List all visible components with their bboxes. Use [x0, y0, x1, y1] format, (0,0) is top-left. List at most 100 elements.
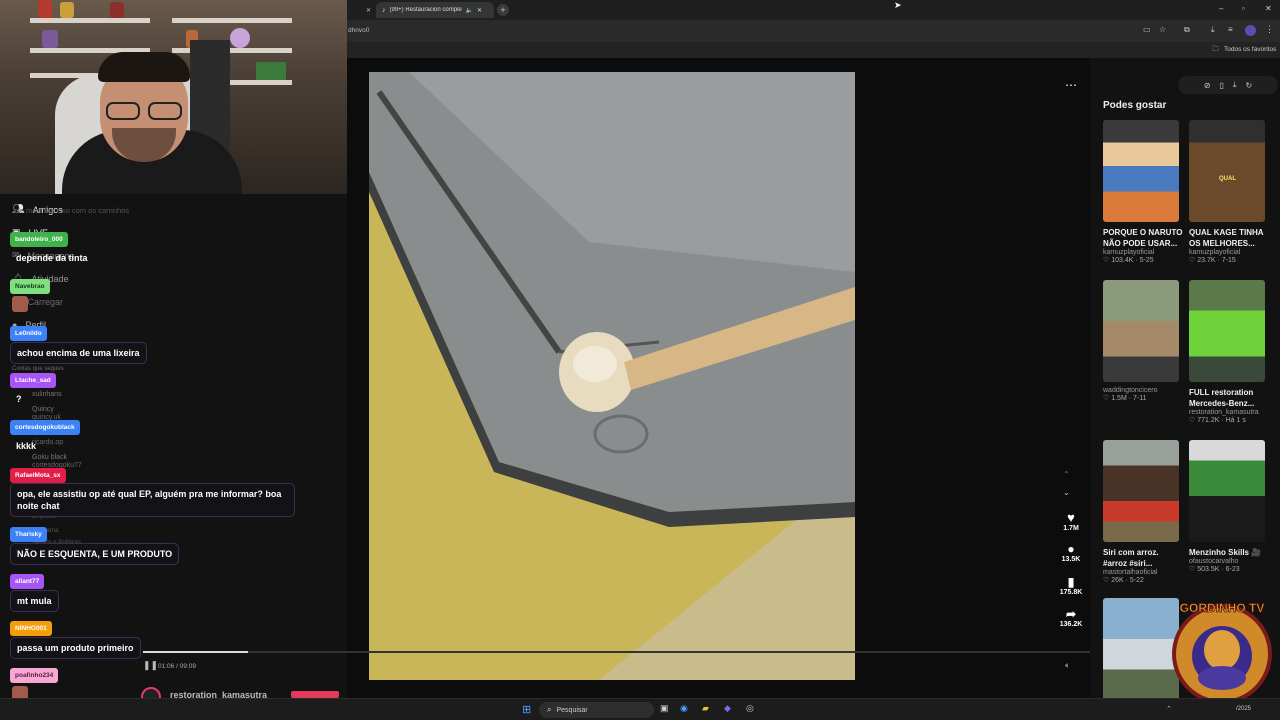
rail-card[interactable]: Menzinho Skills 🎥 ofaustocarvalho ♡ 503.… [1189, 440, 1269, 573]
save-count: 175.8K [1059, 589, 1083, 596]
rail-author[interactable]: restoration_kamasutra [1189, 409, 1269, 416]
tab-close-icon[interactable]: ✕ [477, 7, 482, 14]
rail-title[interactable]: Menzinho Skills 🎥 [1189, 547, 1269, 558]
rail-card[interactable]: QUAL QUAL KAGE TINHA OS MELHORES... kamu… [1189, 120, 1269, 264]
chat-username: cortesdogokublack [10, 420, 80, 435]
logo-text: GORDINHO TV [1180, 601, 1265, 615]
chat-message: passa um produto primeiro [10, 637, 141, 659]
compass-icon[interactable]: ⊘ [1204, 81, 1211, 90]
phone-icon[interactable]: ▯ [1220, 81, 1224, 90]
rail-author[interactable]: kamuzplayoficial [1103, 249, 1183, 256]
speaker-icon[interactable]: 🔈 [466, 7, 473, 14]
chat-username: Ltache_sad [10, 373, 56, 388]
chevron-down-icon[interactable]: ⌄ [1063, 488, 1070, 497]
profile-avatar[interactable] [1245, 25, 1256, 36]
minimize-button[interactable]: – [1219, 4, 1223, 13]
rail-author[interactable]: kamuzplayoficial [1189, 249, 1269, 256]
share-count: 136.2K [1059, 621, 1083, 628]
rail-thumbnail[interactable] [1103, 120, 1179, 222]
tab-active[interactable]: ♪ (99+) Restauración complet 🔈 ✕ [376, 2, 494, 18]
share-button[interactable]: ➦ 136.2K [1056, 607, 1086, 628]
rail-thumbnail[interactable] [1189, 280, 1265, 382]
rail-stats: ♡ 771.2K · Há 1 s [1189, 417, 1246, 424]
tab-title: (99+) Restauración complet [389, 7, 462, 13]
chat-message: kkkk [16, 441, 37, 451]
rail-stats: ♡ 503.5K · 6-23 [1189, 566, 1240, 573]
rail-card[interactable]: FULL restoration Mercedes-Benz... restor… [1189, 280, 1269, 424]
rail-thumbnail[interactable] [1103, 280, 1179, 382]
chrome-icon[interactable]: ◉ [680, 703, 688, 714]
chat-message: opa, ele assistiu op até qual EP, alguém… [10, 483, 295, 517]
rail-thumbnail[interactable]: QUAL [1189, 120, 1265, 222]
webcam-feed [0, 0, 347, 194]
rail-stats: ♡ 1.5M · 7-11 [1103, 395, 1147, 402]
download-icon[interactable]: ⤓ [1233, 80, 1237, 90]
file-explorer-icon[interactable]: ▰ [702, 703, 709, 714]
star-icon[interactable]: ☆ [1159, 25, 1166, 34]
chat-message: depende da tinta [16, 253, 88, 263]
rail-card[interactable]: Siri com arroz. #arroz #siri... mastorta… [1103, 440, 1183, 584]
chat-username: allant77 [10, 574, 45, 589]
refresh-icon[interactable]: ↻ [1245, 81, 1252, 90]
rail-title[interactable]: QUAL KAGE TINHA OS MELHORES... [1189, 227, 1269, 249]
new-tab-button[interactable]: + [497, 4, 509, 16]
discord-icon[interactable]: ◆ [724, 703, 731, 714]
following-account[interactable]: xulinhans [32, 391, 62, 398]
comment-button[interactable]: ● 13.5K [1056, 542, 1086, 563]
rail-thumbnail[interactable] [1189, 440, 1265, 542]
chat-username: poafinho234 [10, 668, 59, 683]
extensions-icon[interactable]: ⧉ [1184, 25, 1190, 35]
rail-thumbnail[interactable] [1103, 440, 1179, 542]
rail-card[interactable]: PORQUE O NARUTO NÃO PODE USAR... kamuzpl… [1103, 120, 1183, 264]
following-heading: Contas que segues [12, 366, 64, 372]
gordinho-tv-logo: GORDINHO TV [1166, 598, 1278, 710]
bookmarks-all-label[interactable]: Todos os favoritos [1224, 46, 1276, 53]
task-view-icon[interactable]: ▣ [660, 703, 669, 714]
following-account[interactable]: Quincy [32, 406, 54, 413]
tray-chevron-icon[interactable]: ⌃ [1166, 705, 1172, 713]
rail-heading: Podes gostar [1103, 100, 1167, 111]
rail-author[interactable]: mastortalhaoficial [1103, 569, 1183, 576]
address-url[interactable]: dhnvo0 [348, 27, 369, 34]
rail-toolbar: ⊘ ▯ ⤓ ↻ [1178, 76, 1278, 94]
pause-icon[interactable]: ❚❚ [143, 660, 158, 671]
download-icon[interactable]: ⤓ [1211, 25, 1215, 35]
chat-message: mt mula [10, 590, 59, 612]
heart-icon: ♥ [1067, 510, 1075, 525]
kebab-menu-icon[interactable]: ⋮ [1265, 24, 1274, 35]
follow-button[interactable] [291, 691, 339, 698]
rail-title[interactable]: PORQUE O NARUTO NÃO PODE USAR... [1103, 227, 1183, 249]
rail-title[interactable]: FULL restoration Mercedes-Benz... [1189, 387, 1269, 409]
maximize-button[interactable]: ▫ [1242, 4, 1245, 13]
comment-icon: ● [1067, 542, 1075, 556]
video-content [369, 72, 855, 680]
obs-icon[interactable]: ◎ [746, 703, 754, 714]
menu-lines-icon[interactable]: ≡ [1228, 25, 1233, 34]
chat-username: Le0nildo [10, 326, 47, 341]
video-progress-track[interactable] [143, 651, 1090, 653]
bookmark-icon: ▮ [1067, 575, 1075, 589]
chevron-up-icon[interactable]: ⌃ [1063, 470, 1070, 479]
video-time: 01:06 / 09:09 [158, 663, 196, 670]
mouse-cursor-icon: ➤ [894, 0, 902, 10]
video-frame[interactable] [369, 72, 855, 680]
rail-author[interactable]: ofaustocarvalho [1189, 558, 1269, 565]
save-button[interactable]: ▮ 175.8K [1056, 575, 1086, 596]
more-options-icon[interactable]: ⋯ [1065, 78, 1077, 92]
taskbar-search[interactable]: ⌕ Pesquisar [539, 702, 654, 718]
folder-icon: 🗀 [1212, 46, 1219, 53]
like-count: 1.7M [1063, 525, 1079, 532]
rail-author[interactable]: waddingtoncicero [1103, 387, 1179, 394]
tiktok-favicon-icon: ♪ [382, 6, 386, 14]
cast-icon[interactable]: ▭ [1143, 25, 1151, 34]
chat-username: RafaelMota_sx [10, 468, 66, 483]
rail-title[interactable]: Siri com arroz. #arroz #siri... [1103, 547, 1183, 569]
rail-card[interactable]: waddingtoncicero ♡ 1.5M · 7-11 [1103, 280, 1179, 402]
thumbnail-overlay-text: QUAL [1219, 176, 1236, 182]
like-button[interactable]: ♥ 1.7M [1056, 510, 1086, 532]
tab-close-prev[interactable]: ✕ [360, 2, 377, 18]
volume-icon[interactable]: 🔈︎ [1065, 660, 1070, 671]
close-window-button[interactable]: ✕ [1265, 4, 1272, 13]
comment-count: 13.5K [1061, 556, 1081, 563]
windows-start-icon[interactable]: ⊞ [522, 703, 531, 716]
